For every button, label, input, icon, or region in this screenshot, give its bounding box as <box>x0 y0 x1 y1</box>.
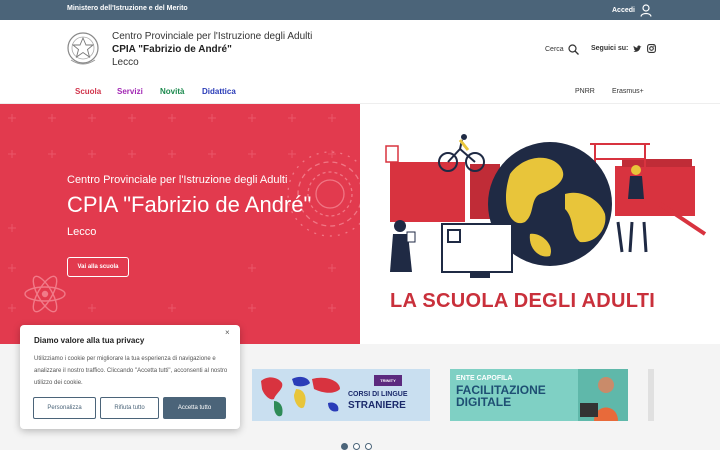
hero-pattern <box>8 114 360 313</box>
customize-button[interactable]: Personalizza <box>33 397 96 419</box>
card-digital-facilitation[interactable]: ENTE CAPOFILA FACILITAZIONE DIGITALE <box>450 369 628 421</box>
world-map-icon <box>261 376 340 417</box>
nav-scuola-label: Scuola <box>75 87 102 96</box>
accept-all-button[interactable]: Accetta tutto <box>163 397 226 419</box>
page: Ministero dell'Istruzione e del Merito A… <box>0 0 720 450</box>
close-icon[interactable]: × <box>225 328 230 337</box>
institution-line-1: Centro Provinciale per l'Istruzione degl… <box>112 31 313 42</box>
user-icon <box>640 3 652 17</box>
carousel-dot-2[interactable] <box>353 443 360 450</box>
person-photo <box>578 369 628 421</box>
carousel-dot-3[interactable] <box>365 443 372 450</box>
site-header: Centro Provinciale per l'Istruzione degl… <box>0 20 720 78</box>
nav-servizi-label: Servizi <box>117 87 143 96</box>
school-illustration <box>385 134 707 278</box>
go-to-school-button[interactable]: Vai alla scuola <box>67 257 129 277</box>
social-links: Seguici su: <box>591 44 657 53</box>
institution-line-2: CPIA "Fabrizio de André" <box>112 44 232 55</box>
search-button[interactable]: Cerca <box>545 44 579 55</box>
card-next-partial[interactable] <box>648 369 654 421</box>
nav-item-erasmus[interactable]: Erasmus+ <box>612 88 644 95</box>
carousel-dots <box>341 443 372 450</box>
hero-subtitle: Centro Provinciale per l'Istruzione degl… <box>67 174 288 186</box>
hero-title: CPIA "Fabrizio de André" <box>67 192 312 217</box>
cookie-title: Diamo valore alla tua privacy <box>34 336 145 345</box>
card-language-courses[interactable]: TRINITY CORSI DI LINGUE STRANIERE <box>252 369 430 421</box>
nav-item-didattica[interactable]: Didattica <box>202 87 236 96</box>
card-language-line1: CORSI DI LINGUE <box>348 391 408 398</box>
login-button[interactable]: Accedi <box>612 2 652 18</box>
institution-name[interactable]: Centro Provinciale per l'Istruzione degl… <box>112 30 312 69</box>
main-nav: Scuola Servizi Novità Didattica PNRR Era… <box>0 78 720 104</box>
top-bar: Ministero dell'Istruzione e del Merito A… <box>0 0 720 20</box>
hero-city: Lecco <box>67 226 97 238</box>
hero-slogan: LA SCUOLA DEGLI ADULTI <box>390 290 656 312</box>
hero-banner: Centro Provinciale per l'Istruzione degl… <box>0 104 360 344</box>
carousel-dot-1[interactable] <box>341 443 348 450</box>
login-label: Accedi <box>612 6 635 14</box>
reject-all-button[interactable]: Rifiuta tutto <box>100 397 159 419</box>
trinity-badge: TRINITY <box>374 375 402 386</box>
cookie-banner: Diamo valore alla tua privacy × Utilizzi… <box>20 325 240 429</box>
search-icon <box>568 44 579 55</box>
nav-didattica-label: Didattica <box>202 87 236 96</box>
instagram-icon[interactable] <box>647 44 657 53</box>
card-digital-line1: ENTE CAPOFILA <box>456 375 513 382</box>
hero-illustration: LA SCUOLA DEGLI ADULTI <box>360 104 720 344</box>
republic-emblem-icon[interactable] <box>66 30 100 68</box>
institution-line-3: Lecco <box>112 57 139 68</box>
card-digital-line2: FACILITAZIONE DIGITALE <box>456 384 546 408</box>
nav-item-novita[interactable]: Novità <box>160 87 184 96</box>
nav-novita-label: Novità <box>160 87 185 96</box>
card-digital-line2b: DIGITALE <box>456 395 512 409</box>
nav-item-pnrr[interactable]: PNRR <box>575 88 595 95</box>
cookie-text: Utilizziamo i cookie per migliorare la t… <box>34 356 228 386</box>
follow-label: Seguici su: <box>591 45 629 52</box>
nav-item-scuola[interactable]: Scuola <box>75 87 101 96</box>
twitter-icon[interactable] <box>633 45 642 53</box>
ministry-link[interactable]: Ministero dell'Istruzione e del Merito <box>67 5 188 12</box>
card-language-line2: STRANIERE <box>348 400 406 411</box>
search-label: Cerca <box>545 46 564 53</box>
nav-item-servizi[interactable]: Servizi <box>117 87 143 96</box>
